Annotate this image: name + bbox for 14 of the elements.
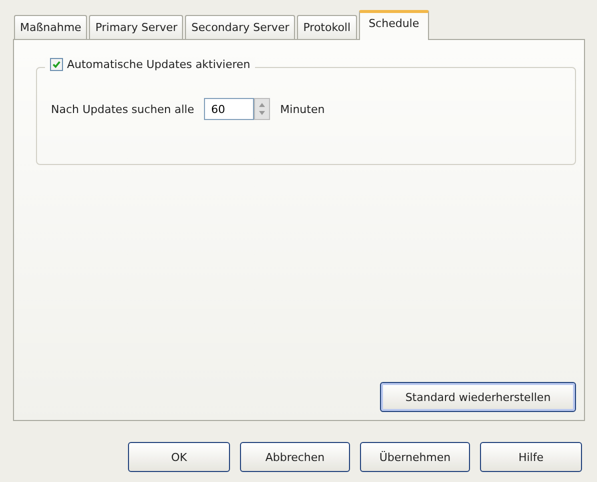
dialog-button[interactable]: Übernehmen [360, 442, 470, 472]
tab[interactable]: Primary Server [89, 15, 184, 39]
tab[interactable]: Maßnahme [14, 15, 88, 39]
unit-label: Minuten [280, 102, 325, 116]
tab[interactable]: Secondary Server [185, 15, 296, 39]
dialog-button[interactable]: Abbrechen [240, 442, 350, 472]
checkbox[interactable] [50, 58, 63, 71]
tab[interactable]: Schedule [358, 10, 430, 40]
tab[interactable]: Protokoll [297, 15, 357, 39]
spinner-arrows-icon[interactable] [254, 98, 270, 120]
interval-label: Nach Updates suchen alle [51, 102, 194, 116]
restore-defaults-button[interactable]: Standard wiederherstellen [380, 382, 576, 412]
dialog-button[interactable]: OK [128, 442, 230, 472]
dialog-button[interactable]: Hilfe [480, 442, 582, 472]
